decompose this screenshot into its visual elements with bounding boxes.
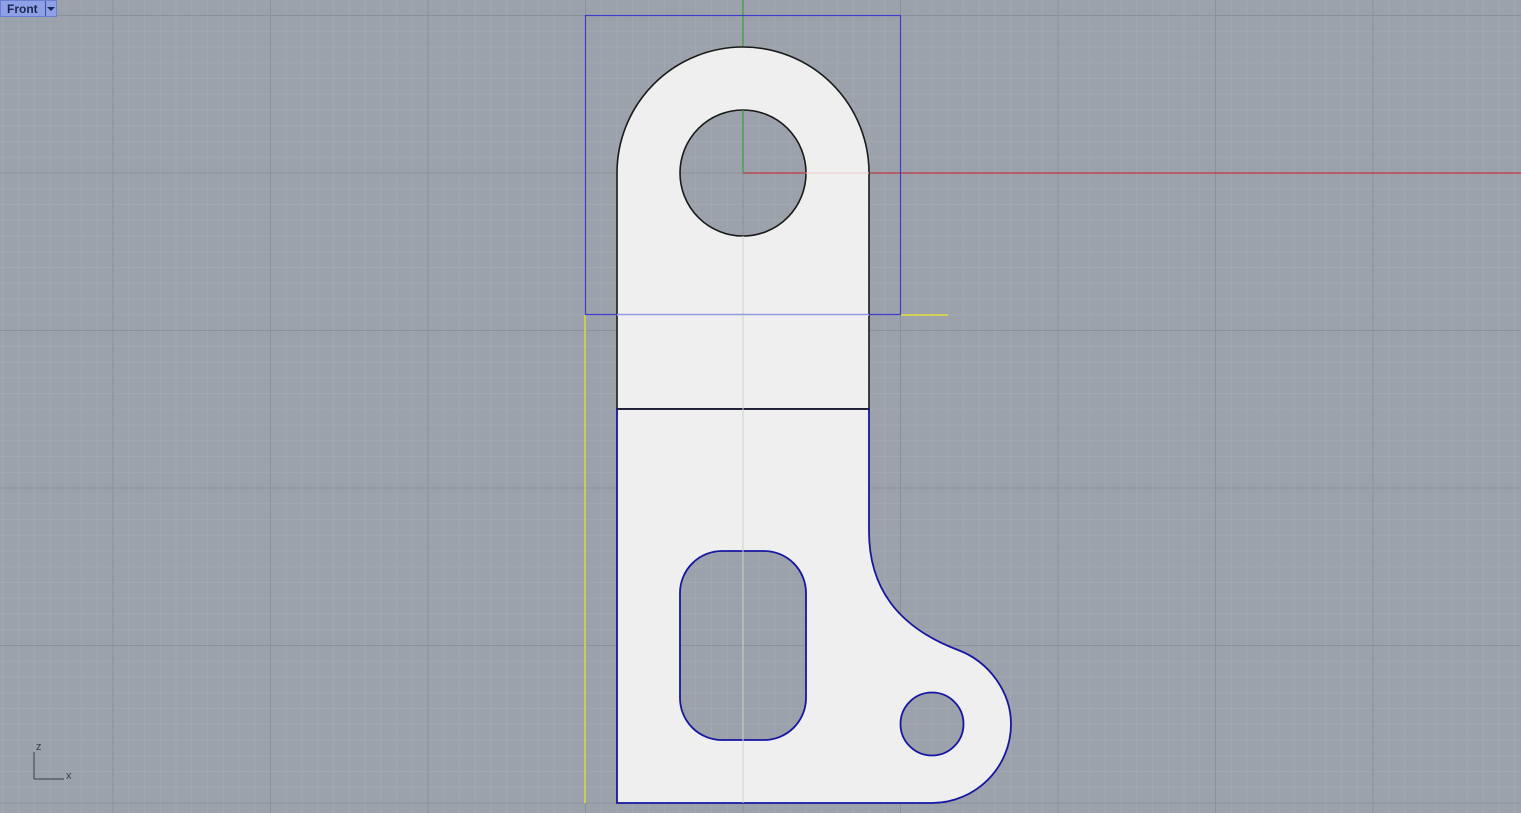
- viewport-canvas[interactable]: [0, 0, 1521, 813]
- front-viewport[interactable]: Front z x: [0, 0, 1521, 813]
- chevron-down-icon[interactable]: [44, 1, 56, 16]
- axis-indicator: z x: [30, 741, 80, 784]
- viewport-title[interactable]: Front: [1, 1, 45, 16]
- viewport-title-tab[interactable]: Front: [0, 0, 57, 17]
- axis-label-x: x: [66, 770, 72, 782]
- axis-label-z: z: [36, 741, 42, 753]
